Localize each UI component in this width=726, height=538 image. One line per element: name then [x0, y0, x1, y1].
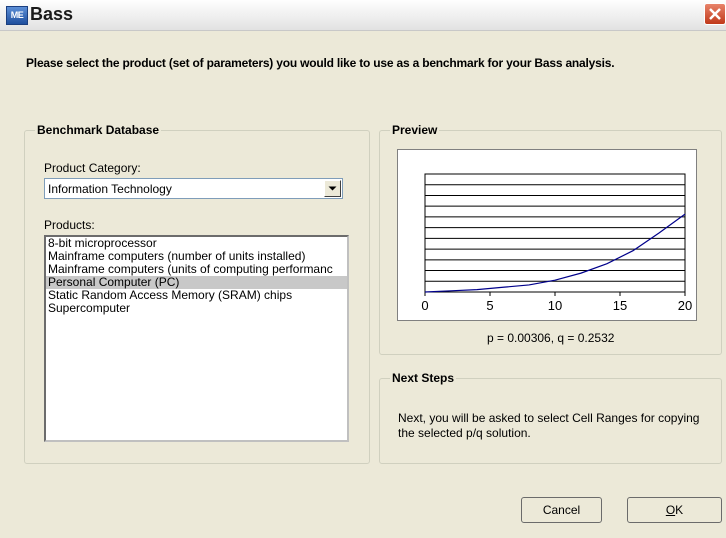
- ok-button[interactable]: OK: [627, 497, 722, 523]
- x-tick-label: 20: [678, 298, 692, 313]
- x-tick-label: 15: [613, 298, 627, 313]
- close-icon: [709, 8, 721, 20]
- pq-values: p = 0.00306, q = 0.2532: [487, 331, 615, 345]
- plot-frame: [424, 173, 686, 293]
- app-icon: ME: [6, 6, 28, 25]
- dropdown-button[interactable]: [324, 180, 341, 197]
- preview-chart: 0 5 10 15 20: [421, 173, 692, 313]
- products-listbox[interactable]: 8-bit microprocessor Mainframe computers …: [44, 235, 349, 442]
- window-title: Bass: [30, 4, 74, 24]
- list-item[interactable]: Supercomputer: [46, 302, 347, 315]
- x-tick-label: 0: [421, 298, 428, 313]
- instruction-text: Please select the product (set of parame…: [26, 56, 615, 70]
- preview-chart-box: 0 5 10 15 20: [397, 149, 697, 321]
- x-tick-label: 10: [548, 298, 562, 313]
- preview-group: Preview 0 5 10 15 20 p = 0.00306, q = 0.2532: [379, 123, 722, 355]
- benchmark-database-group: Benchmark Database Product Category: Inf…: [24, 123, 370, 464]
- products-label: Products:: [44, 218, 95, 232]
- product-category-select[interactable]: Information Technology: [44, 178, 343, 199]
- product-category-label: Product Category:: [44, 161, 141, 175]
- next-steps-group: Next Steps Next, you will be asked to se…: [379, 371, 722, 464]
- series-line: [424, 213, 686, 293]
- ok-label-rest: K: [675, 503, 684, 517]
- title-bar: ME Bass: [0, 0, 726, 31]
- product-category-value: Information Technology: [48, 182, 172, 196]
- x-tick-label: 5: [486, 298, 493, 313]
- ok-mnemonic: O: [665, 503, 676, 517]
- preview-legend: Preview: [390, 123, 440, 137]
- next-steps-text: Next, you will be asked to select Cell R…: [398, 411, 700, 440]
- close-button[interactable]: [704, 3, 726, 25]
- cancel-button[interactable]: Cancel: [521, 497, 602, 523]
- chevron-down-icon: [328, 186, 337, 191]
- benchmark-database-legend: Benchmark Database: [35, 123, 162, 137]
- next-steps-legend: Next Steps: [390, 371, 457, 385]
